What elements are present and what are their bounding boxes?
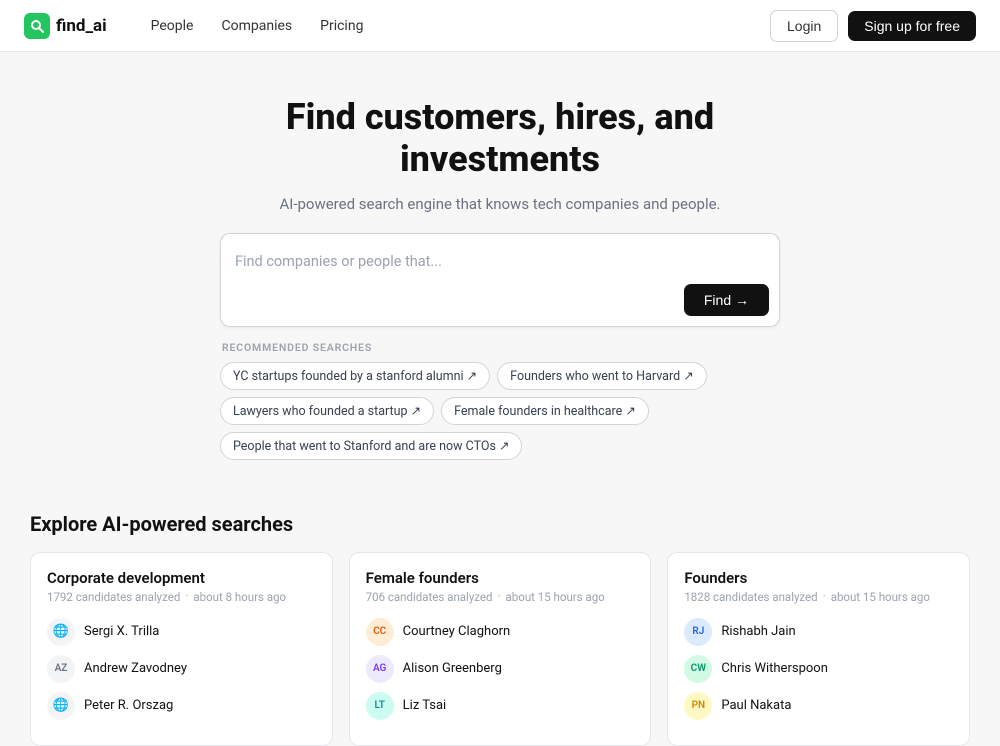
search-footer: Find → [235,284,769,316]
logo-text: find_ai [56,16,107,36]
person-name: Courtney Claghorn [403,624,511,639]
search-input[interactable] [235,244,769,284]
person-row: CW Chris Witherspoon [684,655,953,683]
avatar: 🌐 [47,618,75,646]
login-button[interactable]: Login [770,10,838,42]
card-2-meta: 1828 candidates analyzed • about 15 hour… [684,590,953,604]
card-1-title: Female founders [366,569,635,587]
chips-container: YC startups founded by a stanford alumni… [220,362,780,460]
person-name: Liz Tsai [403,698,447,713]
card-1-meta: 706 candidates analyzed • about 15 hours… [366,590,635,604]
avatar: PN [684,692,712,720]
signup-button[interactable]: Sign up for free [848,11,976,41]
avatar: AZ [47,655,75,683]
person-name: Alison Greenberg [403,661,502,676]
recommended-searches: RECOMMENDED SEARCHES YC startups founded… [220,341,780,460]
find-button[interactable]: Find → [684,284,769,316]
avatar: CC [366,618,394,646]
card-2-title: Founders [684,569,953,587]
card-0-meta: 1792 candidates analyzed • about 8 hours… [47,590,316,604]
person-row: AZ Andrew Zavodney [47,655,316,683]
hero-title: Find customers, hires, and investments [240,96,760,181]
card-0[interactable]: Corporate development 1792 candidates an… [30,552,333,746]
explore-title: Explore AI-powered searches [30,512,970,536]
person-name: Chris Witherspoon [721,661,828,676]
nav-links: People Companies Pricing [139,12,770,40]
person-row: RJ Rishabh Jain [684,618,953,646]
avatar: 🌐 [47,692,75,720]
person-name: Rishabh Jain [721,624,795,639]
recommended-label: RECOMMENDED SEARCHES [220,341,780,354]
navbar: find_ai People Companies Pricing Login S… [0,0,1000,52]
person-name: Peter R. Orszag [84,698,173,713]
cards-grid: Corporate development 1792 candidates an… [30,552,970,746]
person-row: LT Liz Tsai [366,692,635,720]
hero-subtitle: AI-powered search engine that knows tech… [20,195,980,213]
person-name: Andrew Zavodney [84,661,187,676]
avatar: LT [366,692,394,720]
card-1[interactable]: Female founders 706 candidates analyzed … [349,552,652,746]
person-name: Paul Nakata [721,698,791,713]
avatar: AG [366,655,394,683]
nav-link-people[interactable]: People [139,12,206,40]
person-row: PN Paul Nakata [684,692,953,720]
person-row: AG Alison Greenberg [366,655,635,683]
explore-section: Explore AI-powered searches Corporate de… [0,488,1000,746]
person-row: CC Courtney Claghorn [366,618,635,646]
person-row: 🌐 Sergi X. Trilla [47,618,316,646]
card-2[interactable]: Founders 1828 candidates analyzed • abou… [667,552,970,746]
nav-link-companies[interactable]: Companies [209,12,304,40]
chip-1[interactable]: Founders who went to Harvard ↗ [497,362,707,390]
search-box: Find → [220,233,780,327]
nav-link-pricing[interactable]: Pricing [308,12,375,40]
hero-section: Find customers, hires, and investments A… [0,52,1000,488]
logo-icon [24,13,50,39]
chip-4[interactable]: People that went to Stanford and are now… [220,432,522,460]
card-0-title: Corporate development [47,569,316,587]
avatar: RJ [684,618,712,646]
chip-3[interactable]: Female founders in healthcare ↗ [441,397,649,425]
avatar: CW [684,655,712,683]
person-row: 🌐 Peter R. Orszag [47,692,316,720]
chip-0[interactable]: YC startups founded by a stanford alumni… [220,362,490,390]
nav-actions: Login Sign up for free [770,10,976,42]
person-name: Sergi X. Trilla [84,624,159,639]
logo[interactable]: find_ai [24,13,107,39]
chip-2[interactable]: Lawyers who founded a startup ↗ [220,397,434,425]
